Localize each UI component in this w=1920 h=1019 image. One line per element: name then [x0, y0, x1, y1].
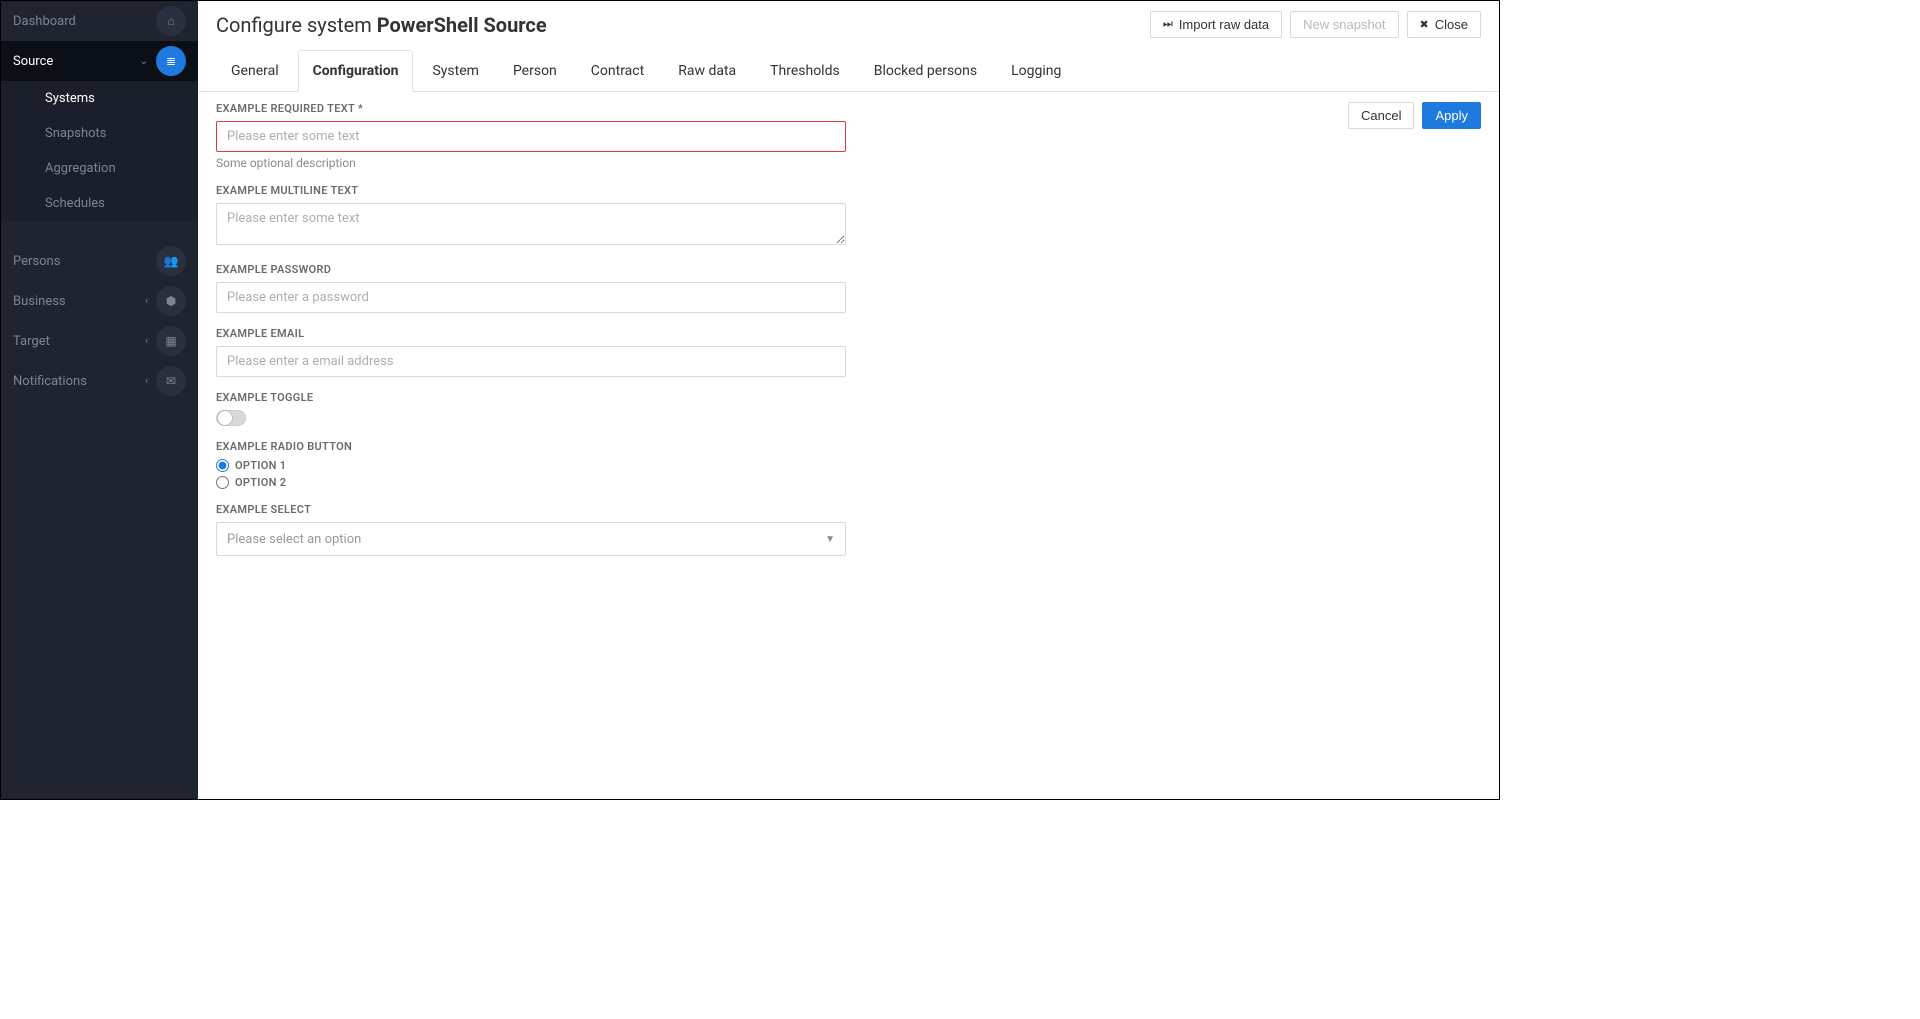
chevron-left-icon: ‹	[145, 336, 148, 347]
tab-raw-data[interactable]: Raw data	[663, 50, 751, 92]
radio-option-1[interactable]: OPTION 1	[216, 459, 846, 472]
new-snapshot-label: New snapshot	[1303, 17, 1385, 32]
toggle-label: EXAMPLE TOGGLE	[216, 391, 846, 404]
select-placeholder: Please select an option	[227, 532, 361, 547]
radio-option-2[interactable]: OPTION 2	[216, 476, 846, 489]
chevron-down-icon: ▼	[825, 534, 835, 545]
email-input[interactable]	[216, 346, 846, 377]
toggle-knob	[217, 410, 233, 426]
close-button[interactable]: ✖ Close	[1407, 11, 1481, 38]
globe-icon: ⬢	[156, 286, 186, 316]
password-label: EXAMPLE PASSWORD	[216, 263, 846, 276]
sidebar-item-label: Persons	[13, 254, 60, 269]
tab-person[interactable]: Person	[498, 50, 572, 92]
sidebar-subitem-snapshots[interactable]: Snapshots	[1, 116, 198, 151]
import-raw-data-label: Import raw data	[1179, 17, 1269, 32]
form-actions: Cancel Apply	[1348, 102, 1481, 781]
radio-input-2[interactable]	[216, 476, 229, 489]
radio-group-label: EXAMPLE RADIO BUTTON	[216, 440, 846, 453]
sidebar-subitem-systems[interactable]: Systems	[1, 81, 198, 116]
sidebar-subitem-aggregation[interactable]: Aggregation	[1, 151, 198, 186]
import-raw-data-button[interactable]: ⏭ Import raw data	[1150, 11, 1282, 38]
required-text-label: EXAMPLE REQUIRED TEXT *	[216, 102, 846, 115]
sidebar-item-dashboard[interactable]: Dashboard ⌂	[1, 1, 198, 41]
sidebar-item-target[interactable]: Target ‹ ▦	[1, 321, 198, 361]
toggle-switch[interactable]	[216, 410, 246, 426]
multiline-input[interactable]	[216, 203, 846, 245]
tab-blocked-persons[interactable]: Blocked persons	[859, 50, 992, 92]
new-snapshot-button[interactable]: New snapshot	[1290, 11, 1398, 38]
content: EXAMPLE REQUIRED TEXT * Some optional de…	[198, 92, 1499, 799]
multiline-label: EXAMPLE MULTILINE TEXT	[216, 184, 846, 197]
field-password: EXAMPLE PASSWORD	[216, 263, 846, 313]
sidebar: Dashboard ⌂ Source ⌄ ≣ SystemsSnapshotsAggreg…	[1, 1, 198, 799]
header-actions: ⏭ Import raw data New snapshot ✖ Close	[1150, 11, 1481, 38]
radio-option-2-label: OPTION 2	[235, 476, 286, 489]
tab-thresholds[interactable]: Thresholds	[755, 50, 855, 92]
field-toggle: EXAMPLE TOGGLE	[216, 391, 846, 426]
grid-icon: ▦	[156, 326, 186, 356]
sidebar-item-source[interactable]: Source ⌄ ≣	[1, 41, 198, 81]
tab-logging[interactable]: Logging	[996, 50, 1076, 92]
tabs: GeneralConfigurationSystemPersonContract…	[198, 49, 1499, 92]
envelope-icon: ✉	[156, 366, 186, 396]
chevron-left-icon: ‹	[145, 296, 148, 307]
field-multiline: EXAMPLE MULTILINE TEXT	[216, 184, 846, 249]
select-input[interactable]: Please select an option ▼	[216, 522, 846, 556]
chevron-left-icon: ‹	[145, 376, 148, 387]
tab-contract[interactable]: Contract	[576, 50, 659, 92]
sidebar-item-persons[interactable]: Persons 👥	[1, 241, 198, 281]
skip-forward-icon: ⏭	[1163, 18, 1173, 31]
sidebar-item-label: Source	[13, 54, 53, 69]
email-label: EXAMPLE EMAIL	[216, 327, 846, 340]
password-input[interactable]	[216, 282, 846, 313]
database-icon: ≣	[156, 46, 186, 76]
home-icon: ⌂	[156, 6, 186, 36]
page-header: Configure system PowerShell Source ⏭ Imp…	[198, 1, 1499, 49]
close-icon: ✖	[1420, 18, 1429, 31]
radio-option-1-label: OPTION 1	[235, 459, 286, 472]
sidebar-subitem-schedules[interactable]: Schedules	[1, 186, 198, 221]
page-title-name: PowerShell Source	[377, 13, 547, 37]
tab-configuration[interactable]: Configuration	[298, 50, 414, 92]
field-email: EXAMPLE EMAIL	[216, 327, 846, 377]
sidebar-item-notifications[interactable]: Notifications ‹ ✉	[1, 361, 198, 401]
field-select: EXAMPLE SELECT Please select an option ▼	[216, 503, 846, 556]
apply-button[interactable]: Apply	[1422, 102, 1481, 129]
sidebar-item-business[interactable]: Business ‹ ⬢	[1, 281, 198, 321]
main: Configure system PowerShell Source ⏭ Imp…	[198, 1, 1499, 799]
form-column: EXAMPLE REQUIRED TEXT * Some optional de…	[216, 102, 846, 781]
chevron-down-icon: ⌄	[140, 56, 148, 67]
cancel-button[interactable]: Cancel	[1348, 102, 1414, 129]
required-text-input[interactable]	[216, 121, 846, 152]
tab-system[interactable]: System	[417, 50, 493, 92]
page-title-prefix: Configure system	[216, 13, 377, 37]
sidebar-item-label: Dashboard	[13, 14, 76, 29]
sidebar-item-label: Notifications	[13, 374, 87, 389]
field-required-text: EXAMPLE REQUIRED TEXT * Some optional de…	[216, 102, 846, 170]
sidebar-item-label: Business	[13, 294, 66, 309]
tab-general[interactable]: General	[216, 50, 294, 92]
required-text-description: Some optional description	[216, 156, 846, 170]
close-label: Close	[1435, 17, 1468, 32]
sidebar-item-label: Target	[13, 334, 50, 349]
users-icon: 👥	[156, 246, 186, 276]
field-radio: EXAMPLE RADIO BUTTON OPTION 1 OPTION 2	[216, 440, 846, 489]
select-label: EXAMPLE SELECT	[216, 503, 846, 516]
sidebar-subitems: SystemsSnapshotsAggregationSchedules	[1, 81, 198, 221]
page-title: Configure system PowerShell Source	[216, 13, 547, 37]
radio-input-1[interactable]	[216, 459, 229, 472]
